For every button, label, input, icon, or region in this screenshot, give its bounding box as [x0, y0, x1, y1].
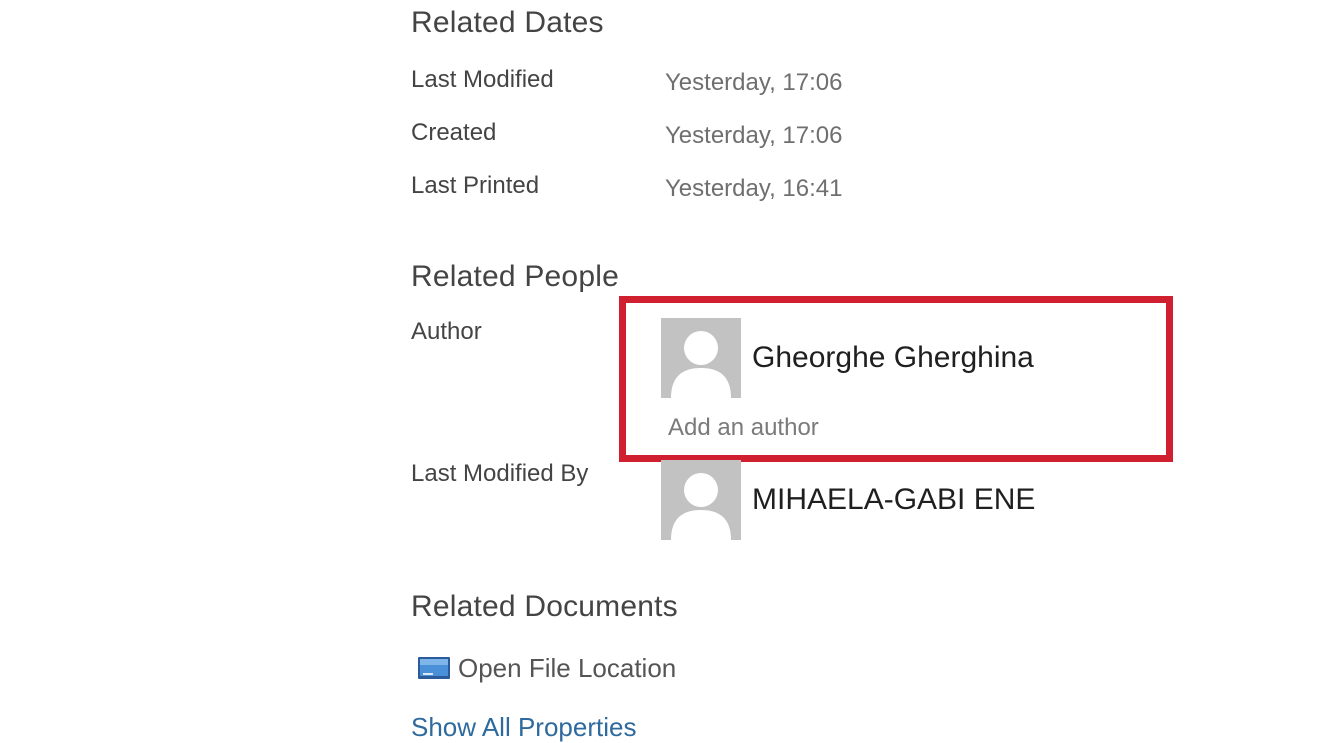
related-people-title: Related People — [411, 260, 619, 293]
open-file-location-label[interactable]: Open File Location — [458, 653, 676, 684]
last-modified-by-avatar[interactable] — [661, 460, 741, 540]
last-modified-by-label: Last Modified By — [411, 460, 589, 487]
created-value: Yesterday, 17:06 — [665, 122, 843, 149]
open-file-location-link[interactable]: Open File Location — [417, 651, 687, 687]
created-label: Created — [411, 119, 497, 146]
person-placeholder-icon — [661, 460, 741, 540]
show-all-properties-link[interactable]: Show All Properties — [411, 712, 636, 743]
last-modified-label: Last Modified — [411, 66, 554, 93]
highlight-box — [619, 296, 1173, 462]
author-label: Author — [411, 318, 482, 345]
last-printed-value: Yesterday, 16:41 — [665, 175, 843, 202]
last-modified-value: Yesterday, 17:06 — [665, 69, 843, 96]
last-modified-by-name[interactable]: MIHAELA-GABI ENE — [752, 483, 1035, 517]
related-documents-title: Related Documents — [411, 590, 678, 623]
folder-icon — [418, 657, 450, 679]
related-dates-title: Related Dates — [411, 6, 604, 39]
last-printed-label: Last Printed — [411, 172, 540, 199]
